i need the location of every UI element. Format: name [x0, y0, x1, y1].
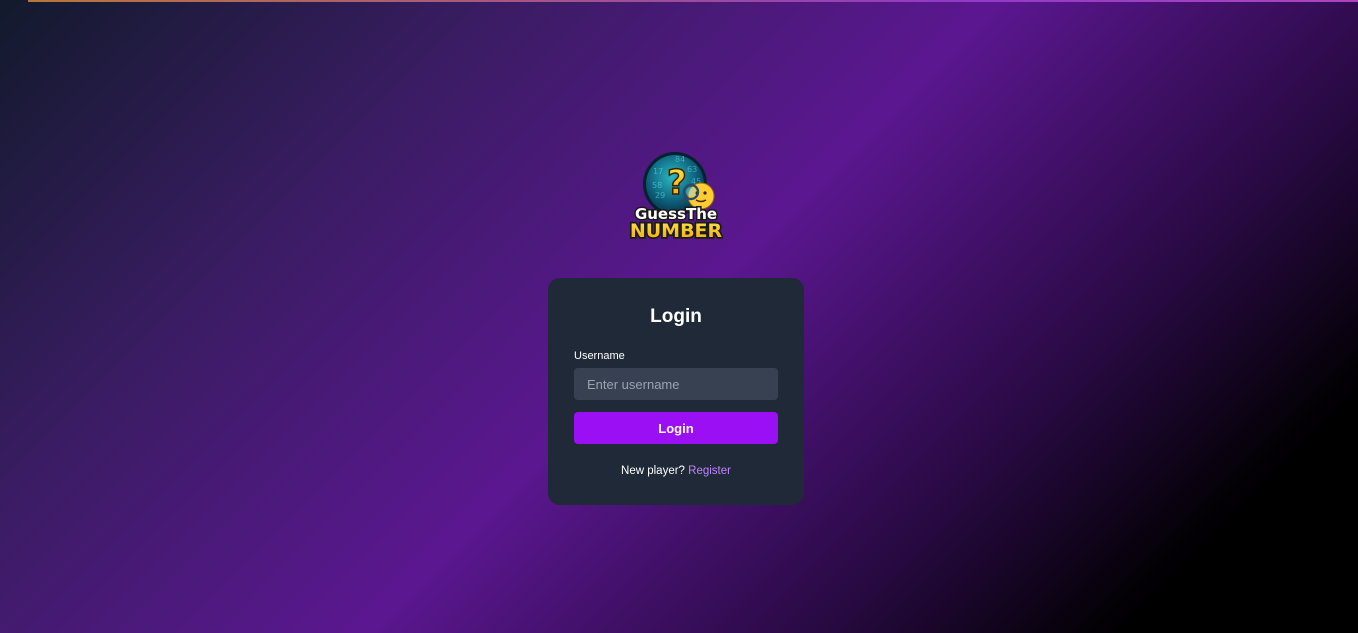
login-title: Login — [650, 306, 702, 327]
guess-the-number-logo: 58 17 63 29 84 45 ? GuessThe NUMBER — [628, 148, 724, 244]
register-row: New player? Register — [548, 465, 804, 477]
bubble-number: 63 — [687, 165, 697, 174]
bubble-number: 29 — [655, 191, 665, 200]
username-label: Username — [574, 350, 625, 362]
bubble-number: 58 — [652, 181, 662, 190]
question-mark-icon: ? — [667, 163, 687, 203]
register-prompt: New player? — [621, 465, 689, 477]
top-accent-bar — [28, 0, 1358, 2]
username-input[interactable] — [574, 368, 778, 400]
login-button[interactable]: Login — [574, 412, 778, 444]
svg-text:NUMBER: NUMBER — [630, 220, 723, 242]
login-card: Login Username Login New player? Registe… — [548, 278, 804, 505]
register-link[interactable]: Register — [688, 465, 731, 477]
bubble-number: 17 — [653, 167, 663, 176]
